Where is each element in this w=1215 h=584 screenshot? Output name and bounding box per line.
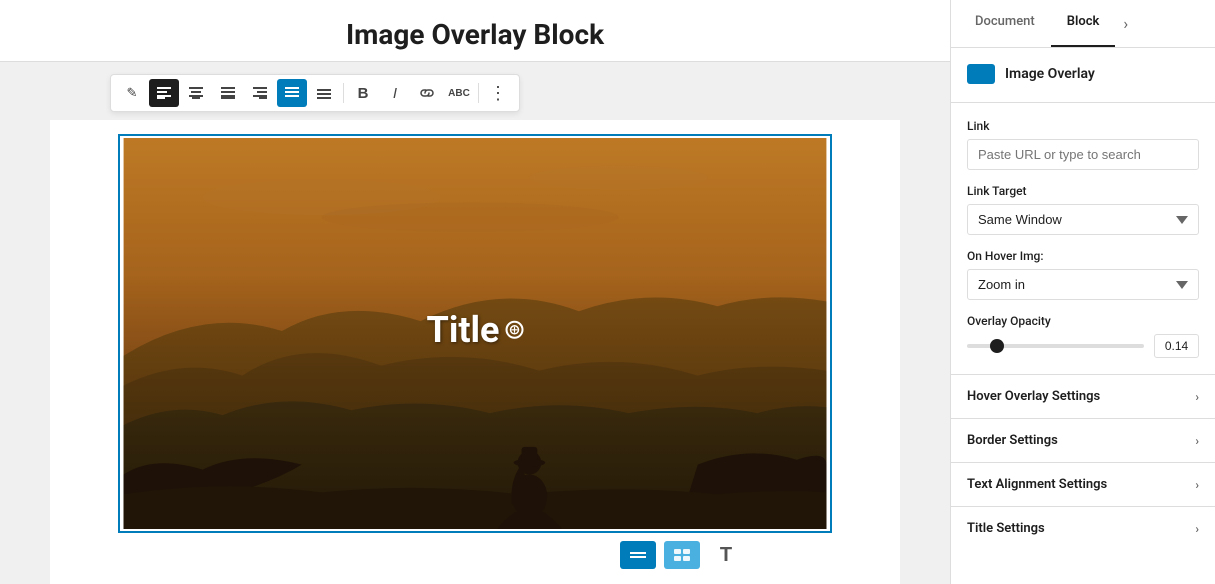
block-wrapper: Title T [50, 120, 900, 584]
sidebar-divider [951, 102, 1215, 103]
toolbar-align-center-btn[interactable] [181, 79, 211, 107]
sidebar: Document Block › Image Overlay Link Link… [950, 0, 1215, 584]
toolbar-pencil-btn[interactable]: ✎ [117, 79, 147, 107]
accordion-text-alignment-chevron-icon: › [1195, 478, 1199, 492]
accordion-hover-overlay-chevron-icon: › [1195, 390, 1199, 404]
toolbar-align-block-btn[interactable] [213, 79, 243, 107]
sidebar-tabs: Document Block › [951, 0, 1215, 48]
block-toolbar: ✎ B I ABC ⋮ [110, 74, 520, 112]
sidebar-content: Image Overlay Link Link Target Same Wind… [951, 48, 1215, 584]
bottom-icons-row: T [620, 541, 884, 569]
tab-more-btn[interactable]: › [1115, 0, 1136, 47]
tab-document[interactable]: Document [959, 0, 1051, 47]
accordion-title: Title Settings › [951, 506, 1215, 550]
image-overlay-block[interactable]: Title [120, 136, 830, 531]
bottom-icon-2-btn[interactable] [664, 541, 700, 569]
toolbar-align-left-btn[interactable] [149, 79, 179, 107]
accordion-text-alignment: Text Alignment Settings › [951, 462, 1215, 506]
toolbar-wide-btn[interactable] [277, 79, 307, 107]
link-target-label: Link Target [967, 184, 1199, 198]
accordion-border-header[interactable]: Border Settings › [951, 419, 1215, 462]
overlay-opacity-row [967, 334, 1199, 358]
page-title: Image Overlay Block [0, 0, 950, 62]
toolbar-abc-btn[interactable]: ABC [444, 79, 474, 107]
toolbar-divider-1 [343, 83, 344, 103]
hover-img-label: On Hover Img: [967, 249, 1199, 263]
accordion-hover-overlay-label: Hover Overlay Settings [967, 389, 1100, 404]
tab-block[interactable]: Block [1051, 0, 1116, 47]
toolbar-italic-btn[interactable]: I [380, 79, 410, 107]
accordion-text-alignment-label: Text Alignment Settings [967, 477, 1107, 492]
link-input[interactable] [967, 139, 1199, 170]
accordion-title-header[interactable]: Title Settings › [951, 507, 1215, 550]
opacity-value-input[interactable] [1154, 334, 1199, 358]
link-target-select[interactable]: Same Window New Window [967, 204, 1199, 235]
opacity-slider[interactable] [967, 344, 1144, 348]
toolbar-divider-2 [478, 83, 479, 103]
overlay-title[interactable]: Title [427, 308, 524, 350]
accordion-title-label: Title Settings [967, 521, 1045, 536]
accordion-hover-overlay-header[interactable]: Hover Overlay Settings › [951, 375, 1215, 418]
toolbar-link-btn[interactable] [412, 79, 442, 107]
accordion-border-label: Border Settings [967, 433, 1058, 448]
block-type-icon [967, 64, 995, 84]
toolbar-bold-btn[interactable]: B [348, 79, 378, 107]
editor-area: Image Overlay Block ✎ B I ABC ⋮ [0, 0, 950, 584]
accordion-border: Border Settings › [951, 418, 1215, 462]
link-label: Link [967, 119, 1199, 133]
toolbar-more-btn[interactable]: ⋮ [483, 79, 513, 107]
block-type-label: Image Overlay [1005, 66, 1095, 82]
accordion-hover-overlay: Hover Overlay Settings › [951, 374, 1215, 418]
overlay-opacity-label: Overlay Opacity [967, 314, 1199, 328]
accordion-border-chevron-icon: › [1195, 434, 1199, 448]
toolbar-full-btn[interactable] [309, 79, 339, 107]
title-cursor-icon[interactable] [505, 320, 523, 338]
overlay-title-text: Title [427, 308, 500, 350]
accordion-title-chevron-icon: › [1195, 522, 1199, 536]
accordion-text-alignment-header[interactable]: Text Alignment Settings › [951, 463, 1215, 506]
bottom-icon-text-btn[interactable]: T [708, 541, 744, 569]
block-header: Image Overlay [967, 64, 1199, 84]
bottom-icon-1-btn[interactable] [620, 541, 656, 569]
hover-img-select[interactable]: Zoom in Zoom out None [967, 269, 1199, 300]
toolbar-align-right-btn[interactable] [245, 79, 275, 107]
